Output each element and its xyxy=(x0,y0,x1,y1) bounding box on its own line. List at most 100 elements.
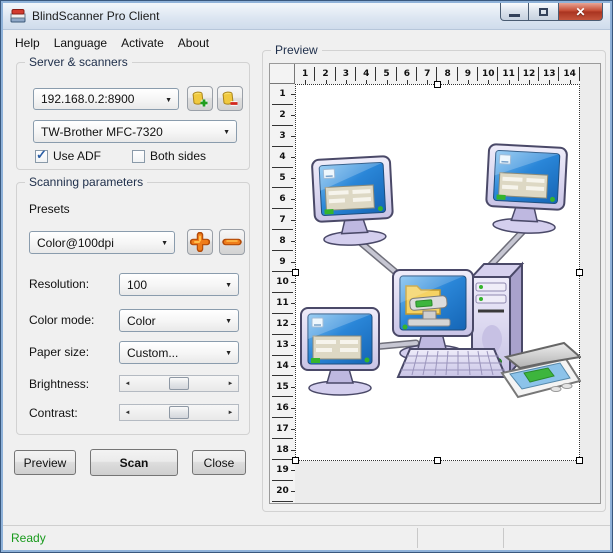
close-button[interactable]: ✕ xyxy=(558,3,603,21)
use-adf-checkbox[interactable]: ✓ xyxy=(35,150,48,163)
scan-group-title: Scanning parameters xyxy=(25,175,147,189)
scanner-combo[interactable]: TW-Brother MFC-7320 ▼ xyxy=(33,120,237,143)
window-controls: ✕ xyxy=(500,3,603,21)
scan-selection-area[interactable] xyxy=(295,84,580,461)
brightness-thumb[interactable] xyxy=(169,377,189,390)
h-ruler-cell: 6 xyxy=(397,64,417,84)
color-mode-label: Color mode: xyxy=(29,313,94,327)
preset-combo[interactable]: Color@100dpi ▼ xyxy=(29,231,175,254)
chevron-down-icon: ▼ xyxy=(225,350,232,357)
close-icon: ✕ xyxy=(575,5,585,19)
h-ruler-cell: 5 xyxy=(376,64,396,84)
paper-size-label: Paper size: xyxy=(29,345,89,359)
maximize-button[interactable] xyxy=(529,3,558,21)
paper-size-combo-value: Custom... xyxy=(127,346,178,360)
both-sides-row: ✓ Both sides xyxy=(132,149,206,163)
statusbar-separator xyxy=(503,528,504,548)
contrast-track[interactable] xyxy=(135,405,223,420)
contrast-label: Contrast: xyxy=(29,406,78,420)
contrast-thumb[interactable] xyxy=(169,406,189,419)
remove-server-icon xyxy=(220,89,240,109)
status-bar: Ready xyxy=(3,525,610,550)
ruler-corner xyxy=(270,64,295,84)
h-ruler-cell: 1 xyxy=(295,64,315,84)
selection-handle-left[interactable] xyxy=(292,269,299,276)
statusbar-separator xyxy=(417,528,418,548)
both-sides-label: Both sides xyxy=(150,149,206,163)
minimize-icon xyxy=(509,14,520,17)
menu-language[interactable]: Language xyxy=(47,34,114,52)
h-ruler-cell: 12 xyxy=(519,64,539,84)
selection-handle-top[interactable] xyxy=(434,81,441,88)
v-ruler-cell: 2 xyxy=(270,105,295,126)
v-ruler-cell: 15 xyxy=(270,376,295,397)
menu-activate[interactable]: Activate xyxy=(114,34,171,52)
color-mode-combo[interactable]: Color ▼ xyxy=(119,309,239,332)
slider-right-arrow-icon[interactable]: ► xyxy=(223,405,238,420)
brightness-track[interactable] xyxy=(135,376,223,391)
server-scanners-group: Server & scanners 192.168.0.2:8900 ▼ xyxy=(16,62,250,170)
slider-left-arrow-icon[interactable]: ◄ xyxy=(120,376,135,391)
h-ruler-cell: 14 xyxy=(559,64,579,84)
contrast-slider[interactable]: ◄ ► xyxy=(119,404,239,421)
v-ruler-cell: 12 xyxy=(270,314,295,335)
h-ruler-cell: 11 xyxy=(498,64,518,84)
paper-size-combo[interactable]: Custom... ▼ xyxy=(119,341,239,364)
v-ruler-cell: 14 xyxy=(270,356,295,377)
check-icon: ✓ xyxy=(36,147,47,163)
menu-help[interactable]: Help xyxy=(8,34,47,52)
add-preset-icon xyxy=(190,232,210,252)
remove-server-button[interactable] xyxy=(217,86,243,111)
remove-preset-button[interactable] xyxy=(219,229,245,255)
chevron-down-icon: ▼ xyxy=(225,318,232,325)
maximize-icon xyxy=(539,8,548,16)
presets-label: Presets xyxy=(29,202,70,216)
scanning-parameters-group: Scanning parameters Presets Color@100dpi… xyxy=(16,182,250,435)
slider-left-arrow-icon[interactable]: ◄ xyxy=(120,405,135,420)
resolution-combo[interactable]: 100 ▼ xyxy=(119,273,239,296)
chevron-down-icon: ▼ xyxy=(225,282,232,289)
use-adf-row: ✓ Use ADF xyxy=(35,149,101,163)
status-text: Ready xyxy=(11,531,46,545)
menu-about[interactable]: About xyxy=(171,34,216,52)
chevron-down-icon: ▼ xyxy=(165,97,172,104)
server-combo-value: 192.168.0.2:8900 xyxy=(41,92,134,106)
minimize-button[interactable] xyxy=(500,3,529,21)
close-dialog-button[interactable]: Close xyxy=(192,450,246,475)
selection-handle-bottom-left[interactable] xyxy=(292,457,299,464)
v-ruler-cell: 7 xyxy=(270,209,295,230)
v-ruler-cell: 13 xyxy=(270,335,295,356)
h-ruler-cell: 13 xyxy=(539,64,559,84)
selection-handle-bottom-right[interactable] xyxy=(576,457,583,464)
v-ruler-cell: 6 xyxy=(270,188,295,209)
color-mode-combo-value: Color xyxy=(127,314,156,328)
preview-button[interactable]: Preview xyxy=(14,450,76,475)
remove-preset-icon xyxy=(222,232,242,252)
v-ruler-cell: 11 xyxy=(270,293,295,314)
chevron-down-icon: ▼ xyxy=(223,129,230,136)
selection-handle-bottom[interactable] xyxy=(434,457,441,464)
scanner-combo-value: TW-Brother MFC-7320 xyxy=(41,125,163,139)
v-ruler-cell: 3 xyxy=(270,126,295,147)
slider-right-arrow-icon[interactable]: ► xyxy=(223,376,238,391)
selection-handle-right[interactable] xyxy=(576,269,583,276)
use-adf-label: Use ADF xyxy=(53,149,101,163)
v-ruler-cell: 5 xyxy=(270,168,295,189)
brightness-slider[interactable]: ◄ ► xyxy=(119,375,239,392)
h-ruler-cell: 4 xyxy=(356,64,376,84)
add-server-button[interactable] xyxy=(187,86,213,111)
server-group-title: Server & scanners xyxy=(25,55,132,69)
app-window: BlindScanner Pro Client ✕ Help Language … xyxy=(0,0,613,553)
h-ruler-cell: 2 xyxy=(315,64,335,84)
h-ruler-cell: 9 xyxy=(458,64,478,84)
brightness-label: Brightness: xyxy=(29,377,89,391)
v-ruler-cell: 8 xyxy=(270,230,295,251)
preview-image xyxy=(296,85,581,462)
scan-button[interactable]: Scan xyxy=(90,449,178,476)
server-combo[interactable]: 192.168.0.2:8900 ▼ xyxy=(33,88,179,110)
resolution-label: Resolution: xyxy=(29,277,89,291)
v-ruler-cell: 17 xyxy=(270,418,295,439)
v-ruler: 1234567891011121314151617181920 xyxy=(270,84,295,503)
both-sides-checkbox[interactable]: ✓ xyxy=(132,150,145,163)
add-preset-button[interactable] xyxy=(187,229,213,255)
